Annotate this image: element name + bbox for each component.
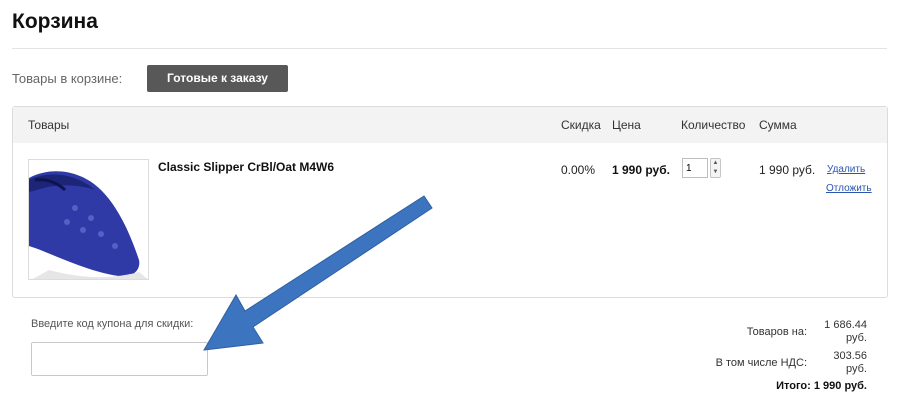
grand-total: Итого: 1 990 руб. [776, 380, 867, 392]
vat-label: В том числе НДС: [715, 357, 807, 369]
goods-total-value: 1 686.44 руб. [810, 319, 867, 345]
item-sum: 1 990 руб. [759, 163, 816, 177]
goods-total-label: Товаров на: [746, 326, 807, 338]
product-image[interactable] [28, 159, 149, 280]
item-price: 1 990 руб. [612, 163, 670, 177]
header-goods: Товары [28, 118, 70, 132]
product-name-link[interactable]: Classic Slipper CrBl/Oat M4W6 [158, 160, 334, 174]
delete-link[interactable]: Удалить [827, 164, 865, 175]
coupon-label: Введите код купона для скидки: [31, 318, 194, 330]
coupon-input[interactable] [31, 342, 208, 376]
vat-currency: руб. [846, 363, 867, 375]
header-quantity: Количество [681, 118, 746, 132]
quantity-stepper[interactable]: ▲ ▼ [710, 158, 721, 178]
goods-total-amount: 1 686.44 [824, 319, 867, 331]
cart-tabs-label: Товары в корзине: [12, 71, 123, 86]
ready-to-order-tab[interactable]: Готовые к заказу [147, 65, 288, 92]
vat-value: 303.56 руб. [810, 350, 867, 376]
header-sum: Сумма [759, 118, 797, 132]
goods-total-currency: руб. [846, 332, 867, 344]
vat-amount: 303.56 [833, 350, 867, 362]
title-divider [12, 48, 887, 49]
cart-table-header: Товары Скидка Цена Количество Сумма [13, 107, 887, 143]
item-discount: 0.00% [561, 163, 596, 177]
header-discount: Скидка [561, 118, 601, 132]
postpone-link[interactable]: Отложить [826, 183, 872, 194]
slipper-icon [29, 160, 148, 279]
chevron-up-icon[interactable]: ▲ [711, 159, 720, 168]
quantity-input[interactable] [682, 158, 708, 178]
cart-table: Товары Скидка Цена Количество Сумма Clas… [12, 106, 888, 298]
page-title: Корзина [12, 10, 98, 33]
chevron-down-icon[interactable]: ▼ [711, 168, 720, 177]
header-price: Цена [612, 118, 641, 132]
